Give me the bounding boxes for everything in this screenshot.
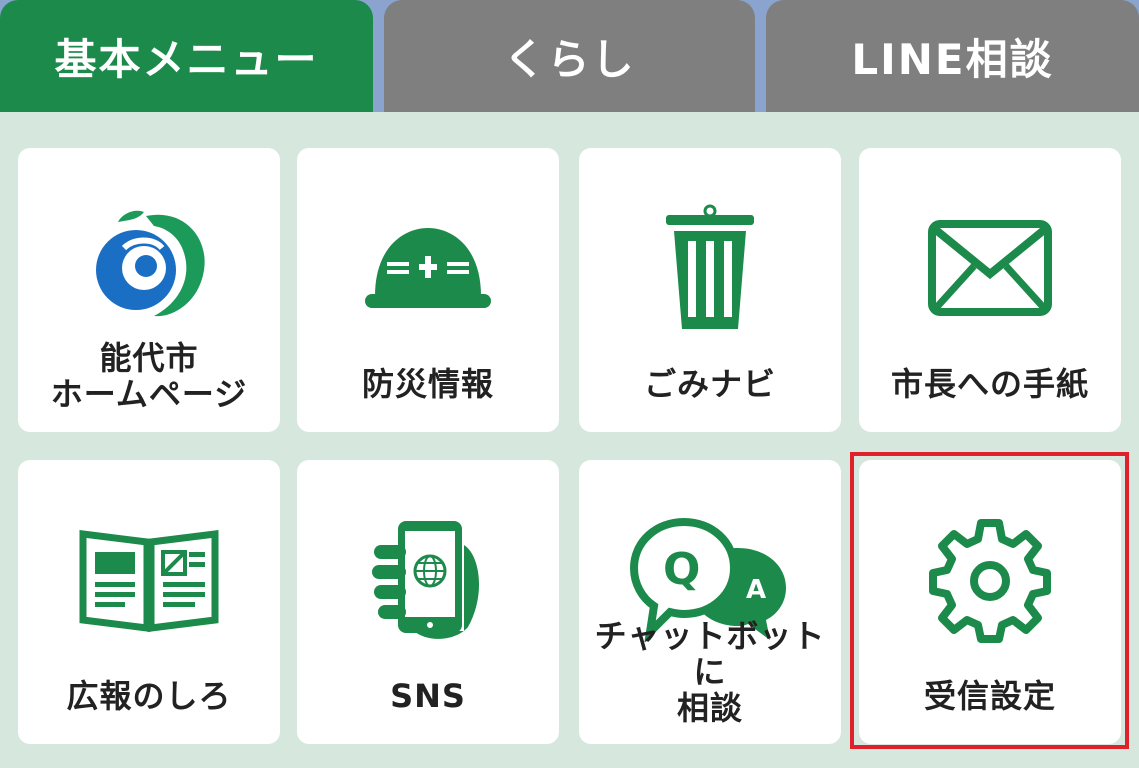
tile-notification-settings[interactable]: 受信設定: [859, 460, 1121, 744]
tile-koho-noshiro[interactable]: 広報のしろ: [18, 460, 280, 744]
tile-city-homepage[interactable]: 能代市 ホームページ: [18, 148, 280, 432]
smartphone-globe-icon: [297, 510, 559, 650]
tile-disaster-info[interactable]: 防災情報: [297, 148, 559, 432]
svg-text:Q: Q: [663, 544, 700, 595]
tile-label: ごみナビ: [643, 365, 776, 403]
tile-label: 防災情報: [361, 365, 494, 403]
tile-label: 受信設定: [923, 677, 1056, 715]
envelope-icon: [859, 198, 1121, 338]
tile-garbage-navi[interactable]: ごみナビ: [579, 148, 841, 432]
helmet-icon: [297, 198, 559, 338]
tab-bar: 基本メニュー くらし LINE相談: [0, 0, 1139, 112]
tile-label: 能代市 ホームページ: [50, 339, 248, 413]
tile-label: 広報のしろ: [66, 677, 232, 715]
open-book-icon: [18, 510, 280, 650]
trash-can-icon: [579, 198, 841, 338]
svg-text:A: A: [746, 575, 766, 605]
tile-chatbot-consult[interactable]: A Q チャットボットに 相談: [579, 460, 841, 744]
city-logo-icon: [18, 198, 280, 338]
tab-line-consult[interactable]: LINE相談: [766, 0, 1139, 112]
tile-label: チャットボットに 相談: [594, 617, 826, 727]
tab-label: LINE相談: [851, 34, 1054, 84]
tile-sns[interactable]: SNS: [297, 460, 559, 744]
tab-basic-menu[interactable]: 基本メニュー: [0, 0, 373, 112]
tab-kurashi[interactable]: くらし: [384, 0, 755, 112]
tile-label: SNS: [390, 677, 466, 715]
tile-label: 市長への手紙: [890, 365, 1089, 403]
tab-label: くらし: [503, 34, 636, 84]
gear-icon: [859, 510, 1121, 650]
tile-letter-to-mayor[interactable]: 市長への手紙: [859, 148, 1121, 432]
tab-label: 基本メニュー: [54, 34, 319, 84]
